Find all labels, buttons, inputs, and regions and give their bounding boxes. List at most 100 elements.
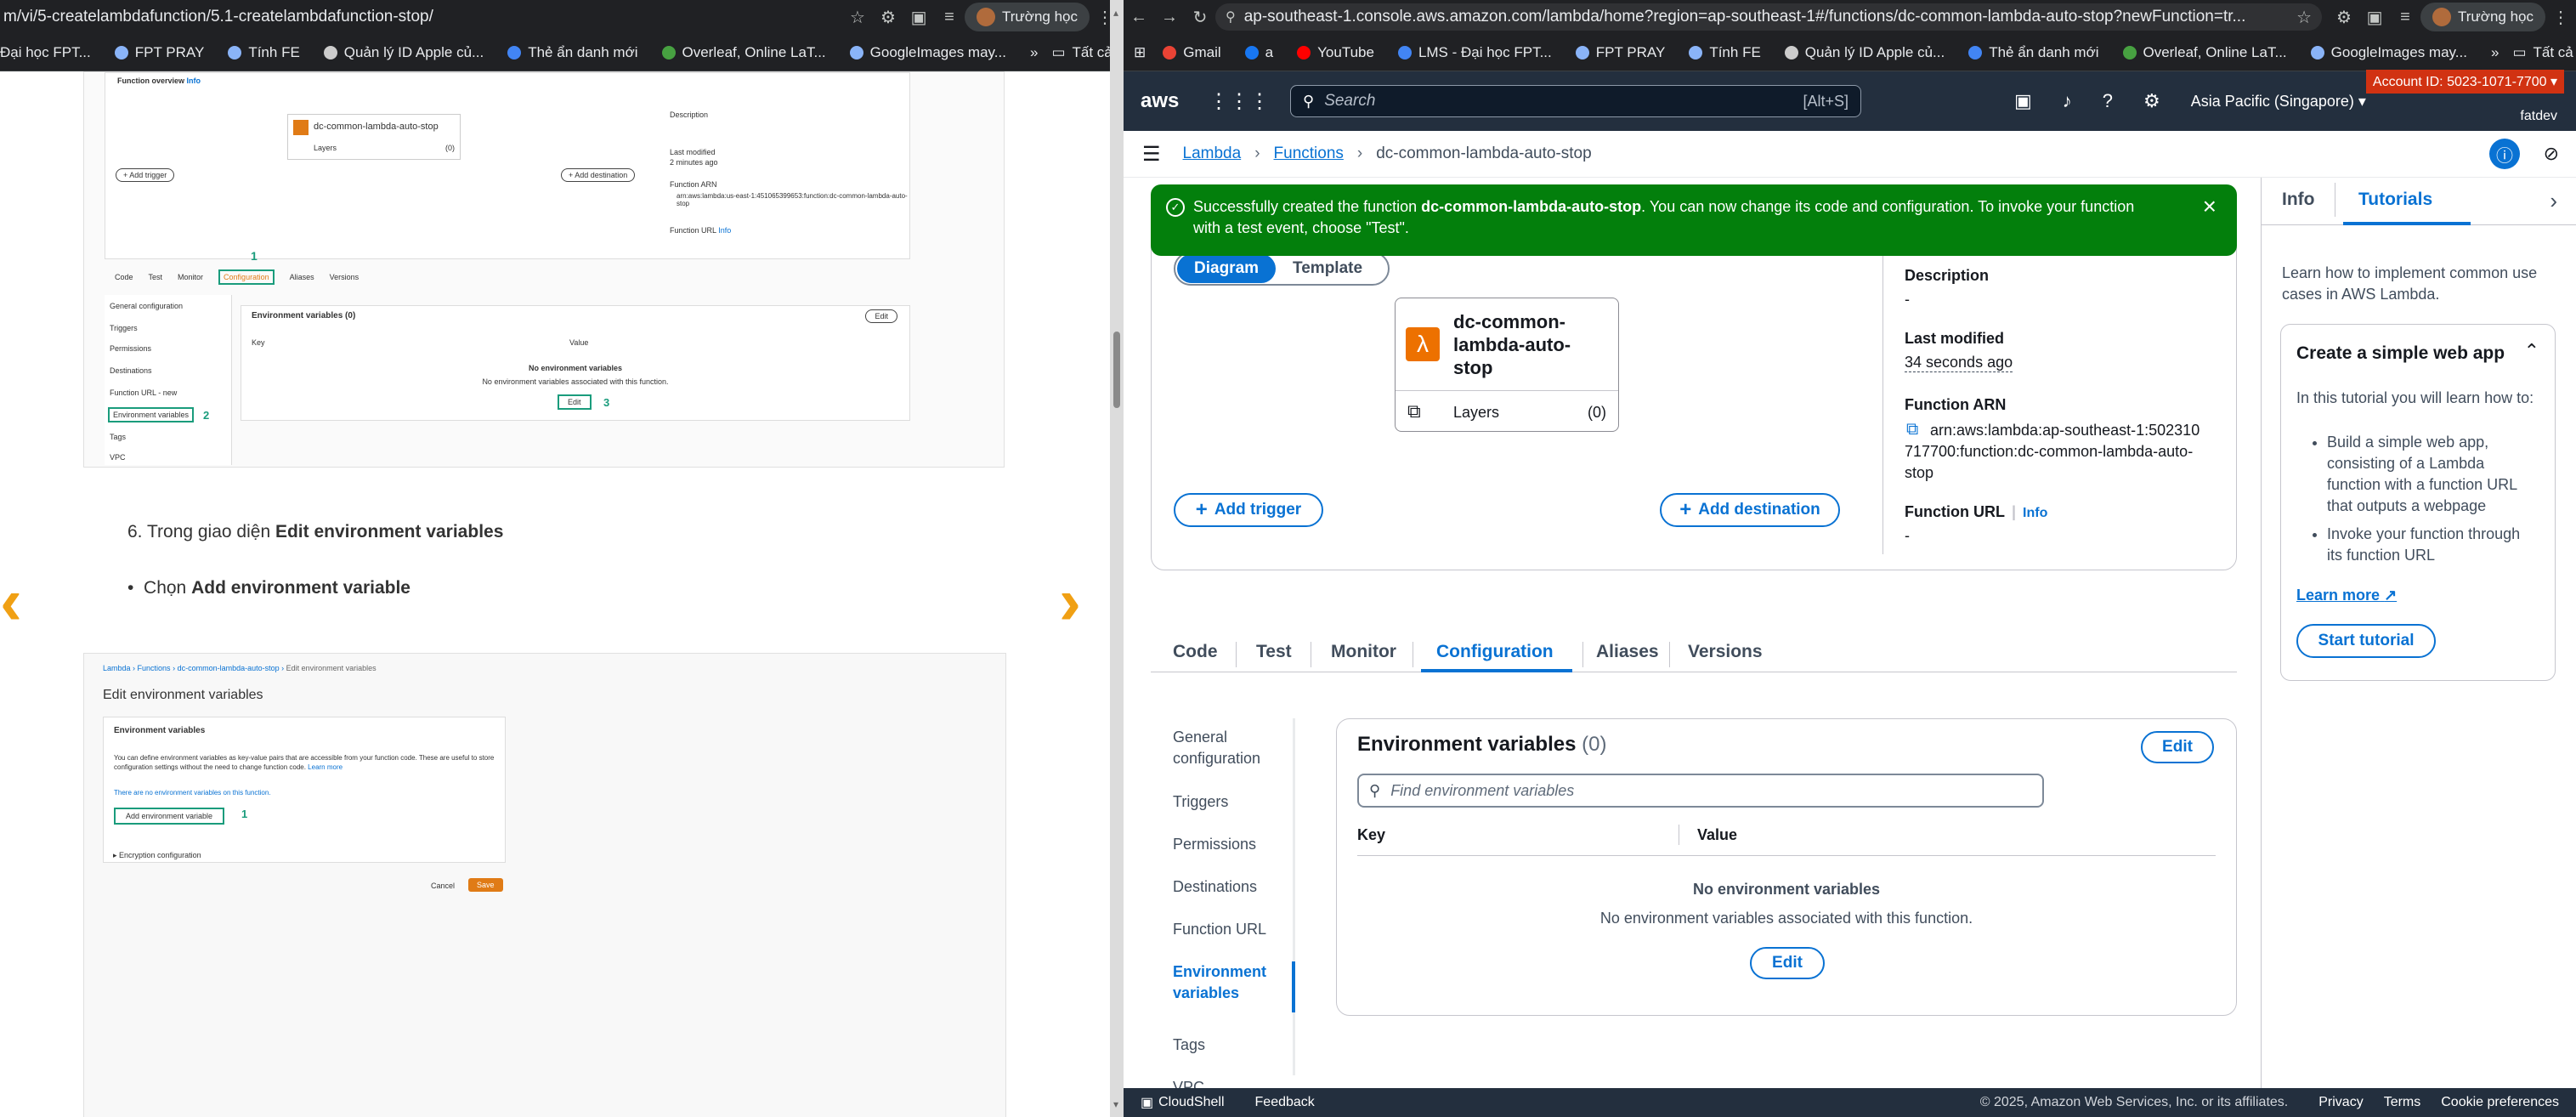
info-icon[interactable]: ⓘ bbox=[2489, 139, 2520, 169]
chevron-right-icon[interactable]: » bbox=[2491, 44, 2499, 61]
star-icon[interactable]: ☆ bbox=[2296, 7, 2312, 28]
nav-environment-variables[interactable]: Environment variables bbox=[1173, 961, 1283, 1004]
next-page-arrow[interactable]: › bbox=[1059, 563, 1081, 640]
profile-button[interactable]: Trường học bbox=[965, 3, 1090, 31]
help-panel-tabs: Info Tutorials › bbox=[2262, 178, 2576, 225]
puzzle-icon[interactable]: ▣ bbox=[903, 7, 934, 28]
function-node[interactable]: λ dc-common-lambda-auto-stop ⧉ Layers (0… bbox=[1395, 298, 1619, 432]
all-bookmarks[interactable]: ▭Tất cả dấu trang bbox=[2512, 44, 2576, 61]
back-icon[interactable]: ← bbox=[1124, 8, 1154, 27]
reload-icon[interactable]: ↻ bbox=[1185, 7, 1215, 28]
star-icon[interactable]: ☆ bbox=[842, 7, 873, 28]
menu-icon[interactable]: ☰ bbox=[1142, 142, 1161, 167]
puzzle-icon[interactable]: ▣ bbox=[2359, 7, 2390, 28]
environment-variables-card: Environment variables (0) Edit ⚲ Find en… bbox=[1336, 718, 2237, 1016]
nav-general-configuration[interactable]: General configuration bbox=[1173, 727, 1283, 769]
mini-tabs: Code Test Monitor Configuration Aliases … bbox=[105, 266, 910, 288]
panel-tab-tutorials[interactable]: Tutorials bbox=[2358, 190, 2432, 210]
bookmark[interactable]: Tính FE bbox=[1689, 44, 1761, 61]
bookmark[interactable]: Gmail bbox=[1163, 44, 1221, 61]
bookmark[interactable]: Quản lý ID Apple củ... bbox=[1784, 44, 1945, 61]
bookmark[interactable]: LMS - Đại học FPT... bbox=[1397, 44, 1552, 61]
chevron-right-icon[interactable]: » bbox=[1030, 44, 1038, 61]
privacy-link[interactable]: Privacy bbox=[2318, 1095, 2363, 1110]
tab-aliases[interactable]: Aliases bbox=[1596, 642, 1659, 662]
search-input[interactable]: ⚲ Search [Alt+S] bbox=[1290, 85, 1861, 117]
bell-icon[interactable]: ♪ bbox=[2063, 90, 2072, 112]
bookmark[interactable]: Quản lý ID Apple củ... bbox=[323, 44, 484, 61]
folder-icon: ▭ bbox=[2512, 43, 2527, 60]
kebab-menu-icon[interactable]: ⋮ bbox=[2545, 7, 2576, 28]
nav-permissions[interactable]: Permissions bbox=[1173, 834, 1256, 855]
feedback-link[interactable]: Feedback bbox=[1255, 1095, 1315, 1110]
bookmark[interactable]: Overleaf, Online LaT... bbox=[661, 44, 826, 61]
nav-function-url[interactable]: Function URL bbox=[1173, 919, 1266, 940]
template-tab[interactable]: Template bbox=[1276, 254, 1379, 283]
bookmark[interactable]: GoogleImages may... bbox=[2310, 44, 2467, 61]
breadcrumb-current: dc-common-lambda-auto-stop bbox=[1376, 145, 1592, 162]
cloudshell-icon[interactable]: ▣ bbox=[2014, 90, 2032, 112]
breadcrumb-functions[interactable]: Functions bbox=[1274, 145, 1344, 163]
add-destination-button[interactable]: + Add destination bbox=[1660, 493, 1840, 527]
bookmark[interactable]: GoogleImages may... bbox=[849, 44, 1006, 61]
panel-tab-info[interactable]: Info bbox=[2282, 190, 2314, 210]
add-trigger-button[interactable]: + Add trigger bbox=[1174, 493, 1323, 527]
help-icon[interactable]: ? bbox=[2103, 90, 2113, 112]
omnibox[interactable]: ⚲ ap-southeast-1.console.aws.amazon.com/… bbox=[1215, 3, 2323, 31]
start-tutorial-button[interactable]: Start tutorial bbox=[2296, 624, 2436, 658]
bookmark[interactable]: Tính FE bbox=[228, 44, 300, 61]
tab-code[interactable]: Code bbox=[1173, 642, 1218, 662]
chevron-up-icon[interactable]: ⌃ bbox=[2524, 340, 2539, 362]
bookmark[interactable]: Overleaf, Online LaT... bbox=[2122, 44, 2287, 61]
bookmark[interactable]: Đại học FPT... bbox=[0, 44, 91, 61]
window-divider-scrollbar[interactable]: ▴ ▾ bbox=[1110, 0, 1124, 1117]
nav-tags[interactable]: Tags bbox=[1173, 1035, 1205, 1056]
tab-test[interactable]: Test bbox=[1256, 642, 1292, 662]
cookie-preferences-link[interactable]: Cookie preferences bbox=[2441, 1095, 2559, 1110]
media-icon[interactable]: ≡ bbox=[934, 8, 965, 27]
plus-icon: + bbox=[1679, 498, 1692, 521]
cloudshell-link[interactable]: CloudShell bbox=[1158, 1095, 1224, 1110]
nav-triggers[interactable]: Triggers bbox=[1173, 791, 1228, 813]
forward-icon[interactable]: → bbox=[1154, 8, 1185, 27]
bookmark[interactable]: Thẻ ẩn danh mới bbox=[507, 44, 638, 61]
previous-page-arrow[interactable]: ‹ bbox=[0, 563, 22, 640]
bookmark[interactable]: Thẻ ẩn danh mới bbox=[1968, 44, 2099, 61]
apps-icon[interactable]: ⊞ bbox=[1134, 44, 1146, 61]
tab-monitor[interactable]: Monitor bbox=[1331, 642, 1396, 662]
media-icon[interactable]: ≡ bbox=[2390, 8, 2420, 27]
bookmark[interactable]: FPT PRAY bbox=[114, 44, 204, 61]
bullet-text: • Chọn Add environment variable bbox=[127, 578, 410, 598]
learn-more-link[interactable]: Learn more ↗ bbox=[2296, 587, 2397, 604]
extension-icon[interactable]: ⚙ bbox=[873, 7, 903, 28]
close-icon[interactable]: × bbox=[2203, 193, 2216, 220]
gear-icon[interactable]: ⚙ bbox=[2143, 90, 2160, 112]
chevron-right-icon[interactable]: › bbox=[2550, 188, 2557, 214]
find-env-input[interactable]: ⚲ Find environment variables bbox=[1357, 774, 2044, 808]
url-text[interactable]: m/vi/5-createlambdafunction/5.1-createla… bbox=[0, 8, 842, 26]
region-selector[interactable]: Asia Pacific (Singapore) ▾ bbox=[2191, 93, 2366, 111]
help-panel: Info Tutorials › Learn how to implement … bbox=[2261, 178, 2576, 1088]
edit-button[interactable]: Edit bbox=[2141, 731, 2214, 763]
settings-icon[interactable]: ⊘ bbox=[2544, 143, 2559, 165]
info-link[interactable]: Info bbox=[2023, 506, 2047, 520]
env-title: Environment variables (0) bbox=[1357, 733, 1607, 756]
services-grid-icon[interactable]: ⋮⋮⋮ bbox=[1209, 89, 1270, 114]
user-menu[interactable]: fatdev bbox=[2520, 109, 2557, 124]
bookmark[interactable]: FPT PRAY bbox=[1575, 44, 1665, 61]
bookmark[interactable]: YouTube bbox=[1297, 44, 1374, 61]
breadcrumb-lambda[interactable]: Lambda bbox=[1183, 145, 1242, 163]
profile-button[interactable]: Trường học bbox=[2420, 3, 2545, 31]
terms-link[interactable]: Terms bbox=[2384, 1095, 2421, 1110]
aws-logo[interactable]: aws bbox=[1141, 89, 1183, 113]
empty-state-edit-button[interactable]: Edit bbox=[1750, 947, 1825, 979]
nav-destinations[interactable]: Destinations bbox=[1173, 876, 1257, 898]
extension-icon[interactable]: ⚙ bbox=[2329, 7, 2359, 28]
account-badge[interactable]: Account ID: 5023-1071-7700 ▾ bbox=[2365, 70, 2564, 94]
tab-versions[interactable]: Versions bbox=[1688, 642, 1763, 662]
diagram-tab[interactable]: Diagram bbox=[1177, 254, 1277, 283]
layers-count: (0) bbox=[1588, 404, 1606, 421]
bookmark[interactable]: a bbox=[1244, 44, 1273, 61]
tab-configuration[interactable]: Configuration bbox=[1436, 642, 1554, 662]
scrollbar-thumb[interactable] bbox=[1113, 332, 1120, 408]
